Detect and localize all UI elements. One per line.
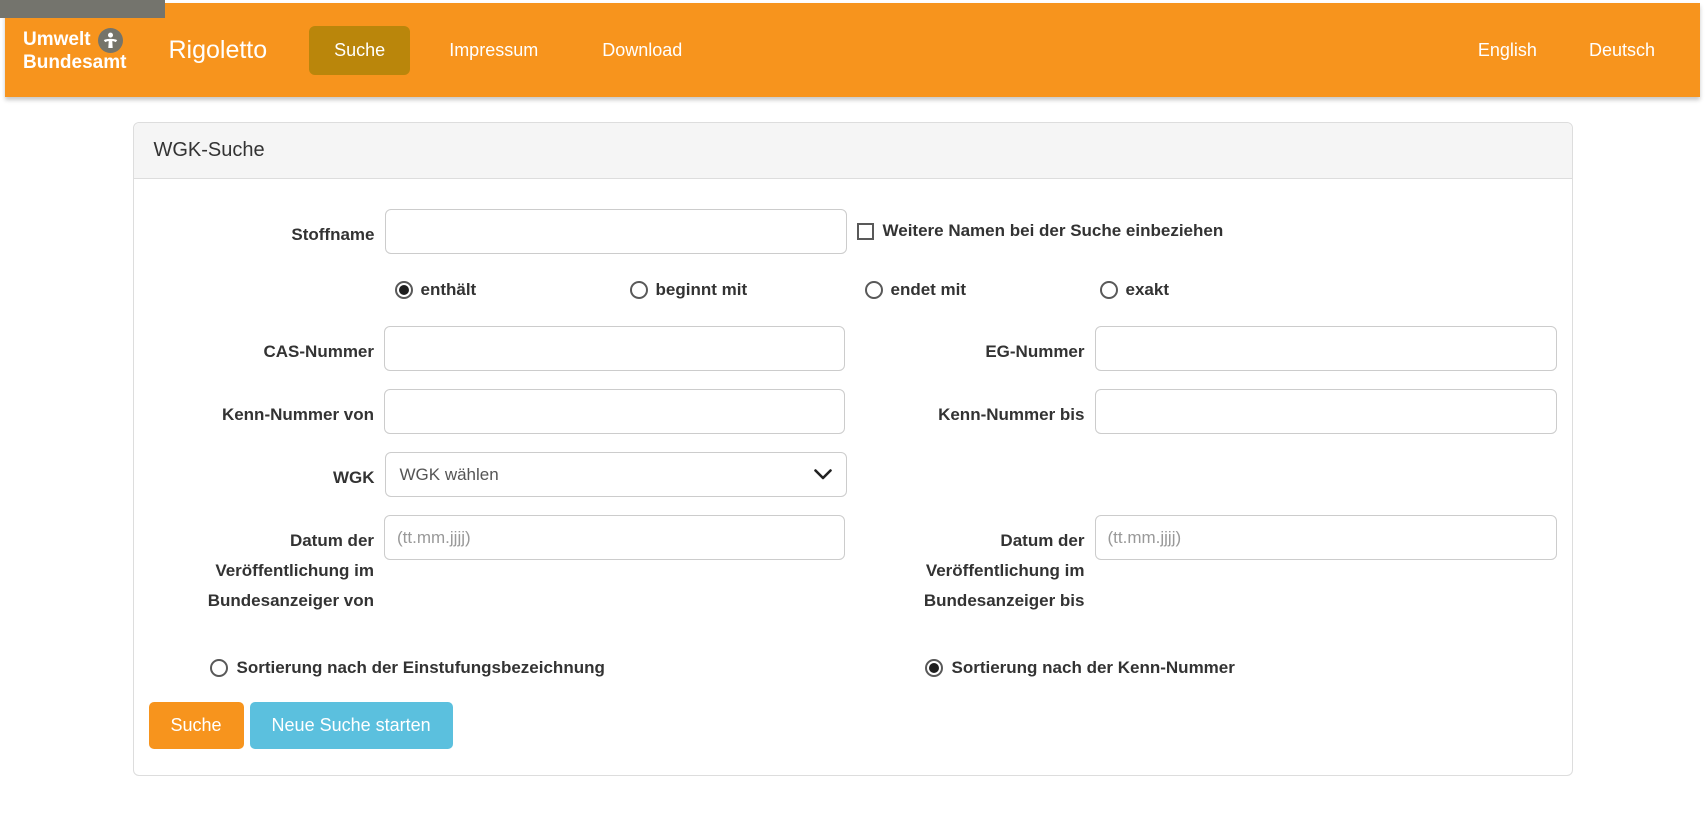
- lang-english[interactable]: English: [1478, 40, 1537, 61]
- datum-von-input[interactable]: [384, 515, 845, 560]
- radio-icon: [395, 281, 413, 299]
- checkbox-icon: [857, 223, 874, 240]
- match-mode-group: enthält beginnt mit endet mit exakt: [395, 280, 1557, 300]
- kenn-bis-input[interactable]: [1095, 389, 1557, 434]
- nav-item-suche[interactable]: Suche: [309, 26, 410, 75]
- logo-text-line2: Bundesamt: [23, 53, 126, 73]
- weitere-namen-checkbox[interactable]: Weitere Namen bei der Suche einbeziehen: [857, 209, 1224, 241]
- new-search-button[interactable]: Neue Suche starten: [250, 702, 453, 749]
- eg-label: EG-Nummer: [845, 326, 1084, 367]
- main-nav: Suche Impressum Download: [309, 26, 707, 75]
- datum-bis-label: Datum der Veröffentlichung im Bundesanze…: [845, 515, 1084, 616]
- radio-sort-kenn-nummer[interactable]: Sortierung nach der Kenn-Nummer: [925, 658, 1235, 678]
- wgk-search-panel: WGK-Suche Stoffname Weitere Namen bei de…: [133, 122, 1573, 776]
- stoffname-label: Stoffname: [149, 209, 375, 250]
- eg-input[interactable]: [1095, 326, 1557, 371]
- chevron-down-icon: [814, 469, 832, 480]
- wgk-search-form: Stoffname Weitere Namen bei der Suche ei…: [134, 179, 1572, 775]
- person-icon: [98, 28, 123, 53]
- kenn-von-input[interactable]: [384, 389, 845, 434]
- panel-title: WGK-Suche: [134, 123, 1572, 179]
- form-actions: Suche Neue Suche starten: [149, 702, 1557, 749]
- radio-icon: [1100, 281, 1118, 299]
- radio-exakt[interactable]: exakt: [1100, 280, 1335, 300]
- sort-group: Sortierung nach der Einstufungsbezeichnu…: [210, 658, 1557, 678]
- wgk-select[interactable]: WGK wählen: [385, 452, 847, 497]
- wgk-select-value: WGK wählen: [400, 465, 499, 485]
- logo-text-line1: Umwelt: [23, 30, 91, 50]
- uba-logo[interactable]: Umwelt Bundesamt: [23, 28, 126, 73]
- nav-item-download[interactable]: Download: [577, 26, 707, 75]
- radio-icon: [630, 281, 648, 299]
- cas-input[interactable]: [384, 326, 845, 371]
- weitere-namen-label: Weitere Namen bei der Suche einbeziehen: [883, 221, 1224, 241]
- radio-icon: [210, 659, 228, 677]
- top-gray-bar: [0, 0, 165, 18]
- cas-label: CAS-Nummer: [149, 326, 375, 367]
- radio-enthaelt[interactable]: enthält: [395, 280, 630, 300]
- datum-bis-input[interactable]: [1095, 515, 1557, 560]
- radio-beginnt-mit[interactable]: beginnt mit: [630, 280, 865, 300]
- lang-deutsch[interactable]: Deutsch: [1589, 40, 1655, 61]
- app-header: Umwelt Bundesamt Rigoletto Suche Impress…: [5, 3, 1700, 97]
- datum-von-label: Datum der Veröffentlichung im Bundesanze…: [149, 515, 375, 616]
- nav-item-impressum[interactable]: Impressum: [424, 26, 563, 75]
- radio-sort-einstufungsbezeichnung[interactable]: Sortierung nach der Einstufungsbezeichnu…: [210, 658, 925, 678]
- kenn-bis-label: Kenn-Nummer bis: [845, 389, 1084, 430]
- wgk-label: WGK: [149, 452, 375, 493]
- kenn-von-label: Kenn-Nummer von: [149, 389, 375, 430]
- search-button[interactable]: Suche: [149, 702, 244, 749]
- radio-endet-mit[interactable]: endet mit: [865, 280, 1100, 300]
- language-switch: English Deutsch: [1478, 40, 1655, 61]
- radio-icon: [925, 659, 943, 677]
- radio-icon: [865, 281, 883, 299]
- brand-title[interactable]: Rigoletto: [168, 36, 267, 65]
- stoffname-input[interactable]: [385, 209, 847, 254]
